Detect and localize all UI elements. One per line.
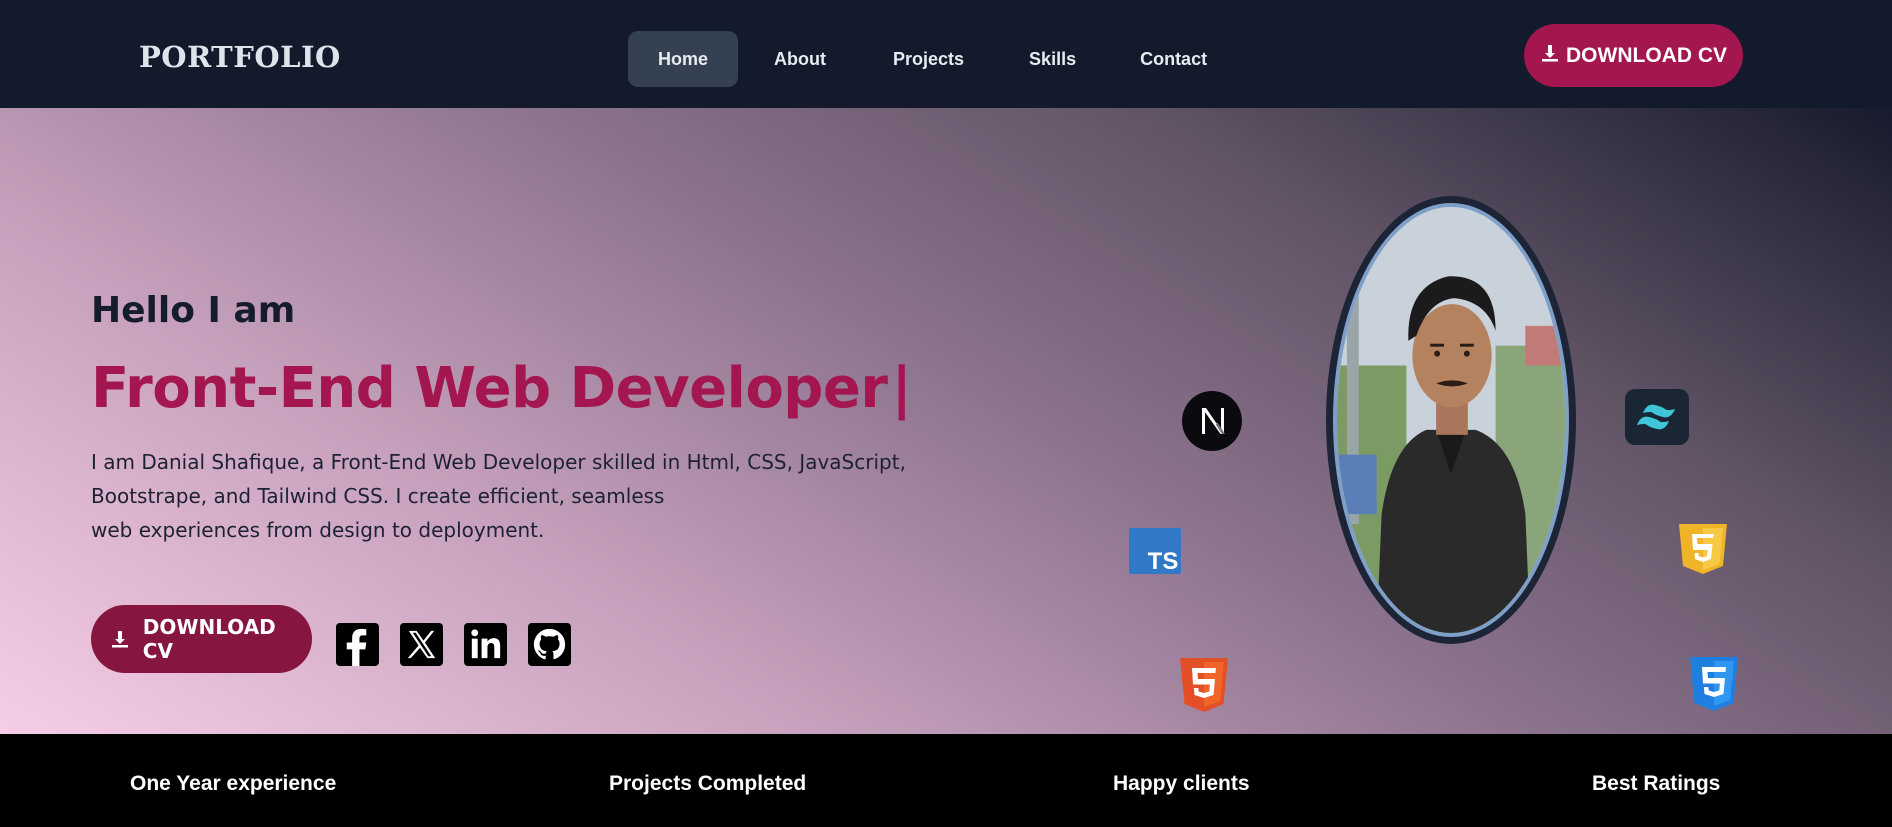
hero-download-cv-label: DOWNLOAD CV: [142, 615, 276, 663]
github-icon[interactable]: [528, 623, 571, 666]
typescript-icon: TS: [1129, 528, 1181, 574]
download-cv-button[interactable]: DOWNLOAD CV: [1524, 24, 1743, 87]
tailwind-icon: [1625, 389, 1689, 445]
nav-link-contact[interactable]: Contact: [1110, 31, 1237, 87]
stats-bar: One Year experience Projects Completed H…: [0, 734, 1892, 827]
css3-icon: [1688, 657, 1740, 711]
portrait-frame: [1333, 203, 1569, 637]
nav-link-about[interactable]: About: [738, 31, 862, 87]
x-icon[interactable]: [400, 623, 443, 666]
nextjs-icon: [1181, 390, 1243, 452]
profile-photo: [1337, 207, 1565, 633]
typescript-badge-text: TS: [1148, 548, 1179, 574]
stat-ratings: Best Ratings: [1592, 772, 1721, 795]
download-icon: [101, 629, 139, 649]
hero-description-line: I am Danial Shafique, a Front-End Web De…: [91, 450, 906, 474]
hero-greeting: Hello I am: [91, 290, 296, 331]
hero-description-line: Bootstrape, and Tailwind CSS. I create e…: [91, 484, 665, 508]
profile-portrait: [1326, 196, 1576, 644]
hero-title: Front-End Web Developer|: [91, 356, 912, 421]
hero-description: I am Danial Shafique, a Front-End Web De…: [91, 445, 941, 547]
stat-projects: Projects Completed: [609, 772, 807, 795]
download-cv-label: DOWNLOAD CV: [1566, 43, 1727, 67]
javascript-icon: [1677, 524, 1729, 574]
typing-cursor: |: [891, 356, 912, 421]
nav-link-skills[interactable]: Skills: [995, 31, 1110, 87]
hero-section: Hello I am Front-End Web Developer| I am…: [0, 108, 1892, 734]
stat-experience: One Year experience: [130, 772, 337, 795]
hero-description-line: web experiences from design to deploymen…: [91, 518, 545, 542]
social-links: [336, 623, 571, 666]
html5-icon: [1178, 658, 1230, 712]
hero-download-cv-button[interactable]: DOWNLOAD CV: [91, 605, 312, 673]
logo[interactable]: PORTFOLIO: [139, 40, 341, 74]
linkedin-icon[interactable]: [464, 623, 507, 666]
nav-link-home[interactable]: Home: [628, 31, 739, 87]
stat-clients: Happy clients: [1113, 772, 1250, 795]
nav-link-projects[interactable]: Projects: [862, 31, 995, 87]
hero-title-text: Front-End Web Developer: [91, 356, 888, 421]
download-icon: [1540, 43, 1560, 69]
navbar: PORTFOLIO Home About Projects Skills Con…: [0, 0, 1892, 108]
nav-links: Home About Projects Skills Contact: [628, 31, 1237, 87]
facebook-icon[interactable]: [336, 623, 379, 666]
